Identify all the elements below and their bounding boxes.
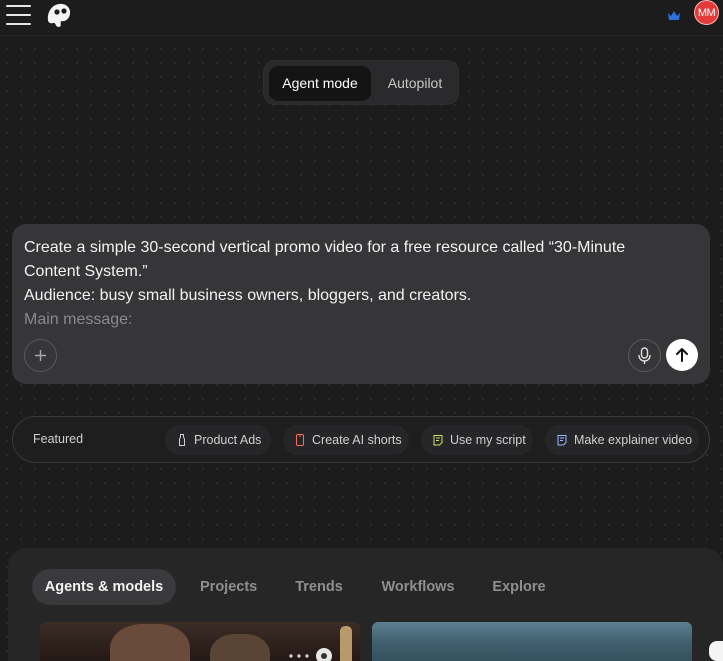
microphone-button[interactable]: [628, 339, 661, 372]
chip-product-ads[interactable]: Product Ads: [165, 425, 271, 455]
bottom-panel: Agents & models Projects Trends Workflow…: [8, 548, 723, 661]
plus-icon: [35, 350, 46, 361]
brand-logo-icon[interactable]: [44, 0, 74, 30]
tab-trends[interactable]: Trends: [295, 569, 343, 605]
top-bar: MM: [0, 0, 723, 36]
tab-explore[interactable]: Explore: [492, 569, 546, 605]
crown-icon[interactable]: [667, 9, 681, 21]
autopilot-button[interactable]: Autopilot: [375, 66, 455, 101]
thumbnail-figure: [210, 634, 270, 661]
tab-workflows[interactable]: Workflows: [381, 569, 455, 605]
prompt-line: Main message:: [24, 311, 133, 328]
chip-make-explainer-video[interactable]: Make explainer video: [545, 425, 699, 455]
chip-create-ai-shorts[interactable]: Create AI shorts: [283, 425, 409, 455]
phone-icon: [296, 434, 304, 446]
tab-projects[interactable]: Projects: [200, 569, 257, 605]
featured-label: Featured: [33, 432, 84, 446]
bottle-icon: [179, 434, 185, 446]
script-icon: [557, 435, 567, 446]
hamburger-menu-icon[interactable]: [6, 5, 31, 25]
chip-label: Use my script: [450, 433, 526, 447]
arrow-up-icon: [676, 348, 688, 362]
tab-agents-and-models[interactable]: Agents & models: [32, 569, 176, 605]
more-options-icon[interactable]: [285, 646, 345, 661]
microphone-icon: [638, 347, 651, 364]
prompt-line: Create a simple 30-second vertical promo…: [24, 239, 626, 256]
prompt-line: Content System.”: [24, 263, 148, 280]
chip-label: Product Ads: [194, 433, 262, 447]
thumbnail-figure: [110, 624, 190, 661]
prompt-line: Audience: busy small business owners, bl…: [24, 287, 472, 304]
prompt-textarea[interactable]: Create a simple 30-second vertical promo…: [24, 236, 684, 334]
agent-mode-button[interactable]: Agent mode: [269, 66, 371, 101]
card-thumbnail[interactable]: [40, 622, 360, 661]
mode-toggle: Agent mode Autopilot: [263, 60, 459, 105]
avatar[interactable]: MM: [694, 0, 719, 25]
card-thumbnail[interactable]: [372, 622, 692, 661]
chip-label: Create AI shorts: [312, 433, 402, 447]
featured-bar: Featured Product Ads Create AI shorts Us…: [12, 416, 710, 463]
prompt-input-box[interactable]: Create a simple 30-second vertical promo…: [12, 224, 710, 384]
chip-label: Make explainer video: [574, 433, 693, 447]
scrollbar-handle[interactable]: [709, 641, 723, 661]
script-icon: [433, 435, 443, 446]
add-attachment-button[interactable]: [24, 339, 57, 372]
chip-use-my-script[interactable]: Use my script: [421, 425, 533, 455]
send-button[interactable]: [666, 339, 698, 371]
